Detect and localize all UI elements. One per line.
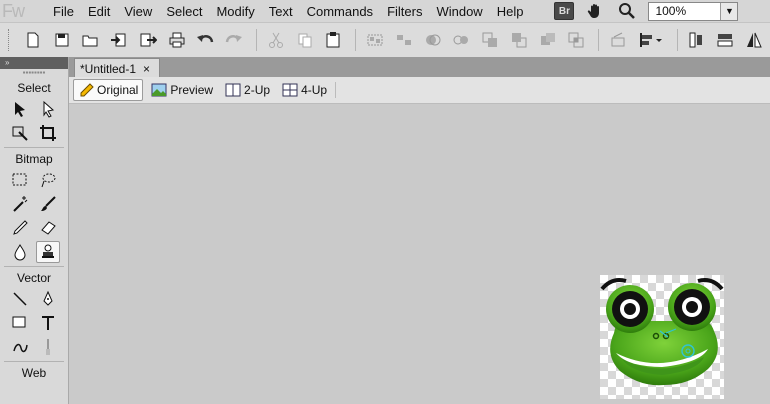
pencil-tool-icon[interactable] [8, 217, 32, 239]
magic-wand-tool-icon[interactable] [8, 193, 32, 215]
section-divider [4, 361, 64, 362]
view-preview-label: Preview [170, 83, 214, 97]
subselection-tool-icon[interactable] [36, 98, 60, 120]
rubber-stamp-tool-icon[interactable] [36, 241, 60, 263]
knife-tool-icon[interactable] [36, 336, 60, 358]
document-tab-title: *Untitled-1 [80, 61, 137, 76]
menu-modify[interactable]: Modify [209, 4, 261, 19]
flip-horizontal-icon[interactable] [712, 28, 738, 52]
menu-select[interactable]: Select [159, 4, 209, 19]
pointer-tool-icon[interactable] [8, 98, 32, 120]
split-icon[interactable] [448, 28, 474, 52]
undo-icon[interactable] [192, 28, 218, 52]
menu-text[interactable]: Text [262, 4, 300, 19]
copy-icon[interactable] [292, 28, 318, 52]
menu-window[interactable]: Window [429, 4, 489, 19]
zoom-value: 100% [655, 4, 687, 18]
blur-tool-icon[interactable] [8, 241, 32, 263]
ungroup-icon[interactable] [391, 28, 417, 52]
close-icon[interactable]: × [143, 62, 150, 76]
toolbar-grip[interactable] [8, 29, 12, 51]
scale-tool-icon[interactable] [8, 122, 32, 144]
new-file-icon[interactable] [20, 28, 46, 52]
eraser-tool-icon[interactable] [36, 217, 60, 239]
group-icon[interactable] [362, 28, 388, 52]
print-icon[interactable] [164, 28, 190, 52]
app-logo: Fw [2, 0, 25, 21]
crop-tool-icon[interactable] [36, 122, 60, 144]
section-title-vector: Vector [16, 271, 52, 285]
frog-image [600, 278, 724, 386]
menu-file[interactable]: File [46, 4, 81, 19]
view-preview-button[interactable]: Preview [147, 80, 217, 100]
zoom-tool-icon[interactable] [616, 1, 638, 21]
join-icon[interactable] [420, 28, 446, 52]
align-icon[interactable] [634, 28, 668, 52]
menu-bar: Fw File Edit View Select Modify Text Com… [0, 0, 770, 23]
import-icon[interactable] [106, 28, 132, 52]
intersect-icon[interactable] [563, 28, 589, 52]
line-tool-icon[interactable] [8, 288, 32, 310]
view-2up-label: 2-Up [244, 83, 271, 97]
open-folder-icon[interactable] [77, 28, 103, 52]
paste-icon[interactable] [320, 28, 346, 52]
menubar-right: Br 100% ▼ [554, 1, 739, 21]
rotate-icon[interactable] [605, 28, 631, 52]
chevron-down-icon[interactable]: ▼ [720, 2, 738, 20]
image-preview-icon [151, 83, 167, 97]
tools-panel-grip[interactable]: ▪▪▪▪▪▪▪▪ [0, 69, 68, 79]
menu-edit[interactable]: Edit [81, 4, 117, 19]
view-4up-label: 4-Up [301, 83, 328, 97]
menu-commands[interactable]: Commands [300, 4, 380, 19]
view-original-label: Original [97, 83, 139, 97]
menu-filters[interactable]: Filters [380, 4, 429, 19]
bring-forward-icon[interactable] [477, 28, 503, 52]
section-divider [4, 266, 64, 267]
menu-view[interactable]: View [117, 4, 159, 19]
union-icon[interactable] [535, 28, 561, 52]
two-up-icon [225, 83, 241, 97]
freeform-tool-icon[interactable] [8, 336, 32, 358]
redo-icon[interactable] [221, 28, 247, 52]
view-bar-separator [335, 82, 337, 98]
tools-panel: » ▪▪▪▪▪▪▪▪ Select Bitmap Vector Web [0, 57, 69, 404]
document-tab-strip: *Untitled-1 × [69, 57, 770, 78]
brush-tool-icon[interactable] [36, 193, 60, 215]
lasso-tool-icon[interactable] [36, 169, 60, 191]
export-icon[interactable] [135, 28, 161, 52]
toolbar-separator [676, 29, 678, 51]
view-mode-bar: Original Preview 2-Up 4-Up [69, 77, 770, 104]
zoom-select[interactable]: 100% ▼ [648, 1, 739, 21]
view-4up-button[interactable]: 4-Up [278, 80, 331, 100]
rectangle-tool-icon[interactable] [8, 312, 32, 334]
four-up-icon [282, 83, 298, 97]
pencil-icon [80, 83, 94, 97]
view-2up-button[interactable]: 2-Up [221, 80, 274, 100]
toolbar-separator [255, 29, 257, 51]
flip-vertical-icon[interactable] [684, 28, 710, 52]
flip-icon[interactable] [741, 28, 767, 52]
section-title-web: Web [21, 366, 47, 380]
section-title-bitmap: Bitmap [15, 152, 53, 166]
document-canvas[interactable] [69, 104, 770, 404]
toolbar-separator [355, 29, 357, 51]
text-tool-icon[interactable] [36, 312, 60, 334]
section-title-select: Select [17, 81, 51, 95]
document-tab[interactable]: *Untitled-1 × [74, 58, 160, 78]
pen-tool-icon[interactable] [36, 288, 60, 310]
bridge-button[interactable]: Br [554, 2, 575, 20]
toolbar-separator [598, 29, 600, 51]
frog-artwork[interactable] [600, 275, 724, 399]
main-toolbar [0, 23, 770, 58]
send-backward-icon[interactable] [506, 28, 532, 52]
marquee-tool-icon[interactable] [8, 169, 32, 191]
menu-help[interactable]: Help [490, 4, 531, 19]
view-original-button[interactable]: Original [73, 79, 144, 101]
section-divider [4, 147, 64, 148]
cut-icon[interactable] [263, 28, 289, 52]
save-icon[interactable] [49, 28, 75, 52]
hand-tool-icon[interactable] [584, 1, 606, 21]
